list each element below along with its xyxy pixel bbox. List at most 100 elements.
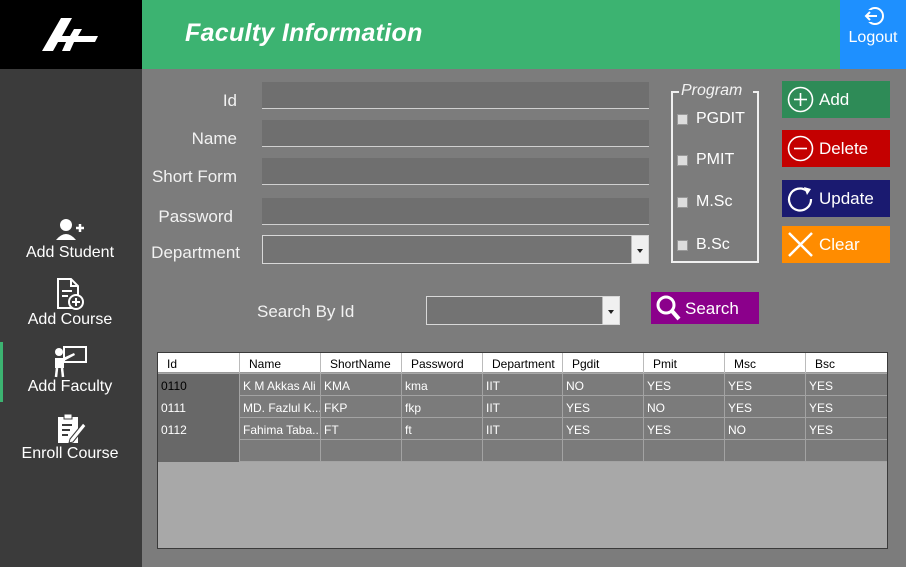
- checkbox-box: [677, 240, 688, 251]
- search-button[interactable]: Search: [651, 292, 759, 324]
- table-cell: [806, 440, 887, 462]
- checkbox-label: PMIT: [696, 151, 735, 168]
- faculty-grid[interactable]: Id Name ShortName Password Department Pg…: [157, 352, 888, 549]
- table-cell: 0110: [158, 374, 240, 396]
- column-header[interactable]: Id: [158, 353, 240, 373]
- table-cell: kma: [402, 374, 483, 396]
- password-field[interactable]: [262, 198, 649, 225]
- plus-circle-icon: [787, 86, 814, 113]
- table-cell: ft: [402, 418, 483, 440]
- checkbox-label: M.Sc: [696, 193, 733, 210]
- table-cell: YES: [809, 401, 834, 415]
- chevron-down-icon: [602, 297, 619, 324]
- sidebar-item-label: Add Faculty: [27, 378, 113, 395]
- column-header[interactable]: Pgdit: [563, 353, 644, 373]
- sidebar-item-enroll-course[interactable]: Enroll Course: [0, 413, 142, 475]
- table-cell: [402, 440, 483, 462]
- column-header[interactable]: Msc: [725, 353, 806, 373]
- clear-button[interactable]: Clear: [782, 226, 890, 263]
- table-row[interactable]: 0110 K M Akkas Ali KMA kma IIT NO YES YE…: [158, 374, 887, 396]
- table-cell: [644, 440, 725, 462]
- table-cell: 0111: [158, 396, 240, 418]
- table-cell: YES: [809, 379, 834, 393]
- department-label: Department: [151, 243, 240, 262]
- table-cell: [321, 440, 402, 462]
- update-label: Update: [819, 189, 874, 208]
- table-cell: [725, 440, 806, 462]
- delete-label: Delete: [819, 139, 869, 158]
- search-icon: [656, 295, 681, 321]
- delete-button[interactable]: Delete: [782, 130, 890, 167]
- column-header[interactable]: Name: [240, 353, 321, 373]
- sidebar-item-label: Add Student: [25, 244, 115, 261]
- id-field[interactable]: [262, 82, 649, 109]
- logout-label: Logout: [848, 29, 898, 46]
- table-cell: IIT: [483, 418, 563, 440]
- short-form-field[interactable]: [262, 158, 649, 185]
- table-row[interactable]: 0111 MD. Fazlul K... FKP fkp IIT YES NO …: [158, 396, 887, 418]
- table-cell: IIT: [483, 374, 563, 396]
- name-field[interactable]: [262, 120, 649, 147]
- sidebar-item-add-student[interactable]: Add Student: [0, 216, 142, 278]
- column-header[interactable]: Pmit: [644, 353, 725, 373]
- search-by-id-label: Search By Id: [257, 302, 355, 321]
- sidebar-item-label: Enroll Course: [21, 445, 119, 462]
- logo-icon: [42, 18, 98, 51]
- table-cell: FT: [321, 418, 402, 440]
- add-label: Add: [819, 90, 850, 109]
- table-cell: FKP: [321, 396, 402, 418]
- search-label: Search: [685, 299, 739, 318]
- column-header[interactable]: ShortName: [321, 353, 402, 373]
- table-cell: KMA: [321, 374, 402, 396]
- table-cell: YES: [725, 396, 806, 418]
- table-cell: [563, 440, 644, 462]
- sidebar-item-add-course[interactable]: Add Course: [0, 278, 142, 341]
- add-document-icon: [57, 278, 84, 310]
- update-button[interactable]: Update: [782, 180, 890, 217]
- sidebar-item-add-faculty[interactable]: Add Faculty: [0, 342, 142, 408]
- password-label: Password: [158, 207, 233, 226]
- refresh-icon: [787, 187, 813, 212]
- table-cell: [158, 440, 240, 462]
- checkbox-label: PGDIT: [696, 110, 745, 127]
- search-id-select[interactable]: [426, 296, 620, 325]
- table-row[interactable]: 0112 Fahima Taba... FT ft IIT YES YES NO…: [158, 418, 887, 440]
- table-cell: YES: [644, 374, 725, 396]
- close-icon: [788, 232, 813, 257]
- table-cell: Fahima Taba...: [240, 418, 321, 440]
- checkbox-box: [677, 114, 688, 125]
- chevron-down-icon: [631, 236, 648, 263]
- grid-header: Id Name ShortName Password Department Pg…: [158, 353, 887, 373]
- page-title: Faculty Information: [185, 19, 423, 47]
- new-row-placeholder[interactable]: [158, 440, 887, 462]
- table-cell: NO: [725, 418, 806, 440]
- add-button[interactable]: Add: [782, 81, 890, 118]
- minus-circle-icon: [787, 135, 814, 162]
- table-cell: NO: [644, 396, 725, 418]
- table-cell: YES: [809, 423, 834, 437]
- app-header: Faculty Information: [142, 0, 840, 69]
- table-cell: NO: [563, 374, 644, 396]
- program-legend: Program: [681, 82, 743, 99]
- checkbox-label: B.Sc: [696, 236, 730, 253]
- sidebar: Add Student Add Course Add Faculty Enrol…: [0, 69, 142, 567]
- clipboard-edit-icon: [58, 413, 87, 444]
- table-cell: IIT: [483, 396, 563, 418]
- sidebar-item-label: Add Course: [27, 311, 113, 328]
- table-cell: MD. Fazlul K...: [240, 396, 321, 418]
- column-header[interactable]: Bsc: [806, 353, 887, 373]
- table-cell: YES: [563, 396, 644, 418]
- logout-button[interactable]: Logout: [840, 0, 906, 69]
- column-header[interactable]: Department: [483, 353, 563, 373]
- table-cell: YES: [563, 418, 644, 440]
- table-cell: fkp: [402, 396, 483, 418]
- short-form-label: Short Form: [151, 167, 237, 186]
- table-cell: K M Akkas Ali: [240, 374, 321, 396]
- checkbox-box: [677, 155, 688, 166]
- logout-icon: [864, 7, 884, 25]
- table-cell: YES: [725, 374, 806, 396]
- table-cell: [240, 440, 321, 462]
- name-label: Name: [191, 129, 237, 148]
- department-select[interactable]: [262, 235, 649, 264]
- column-header[interactable]: Password: [402, 353, 483, 373]
